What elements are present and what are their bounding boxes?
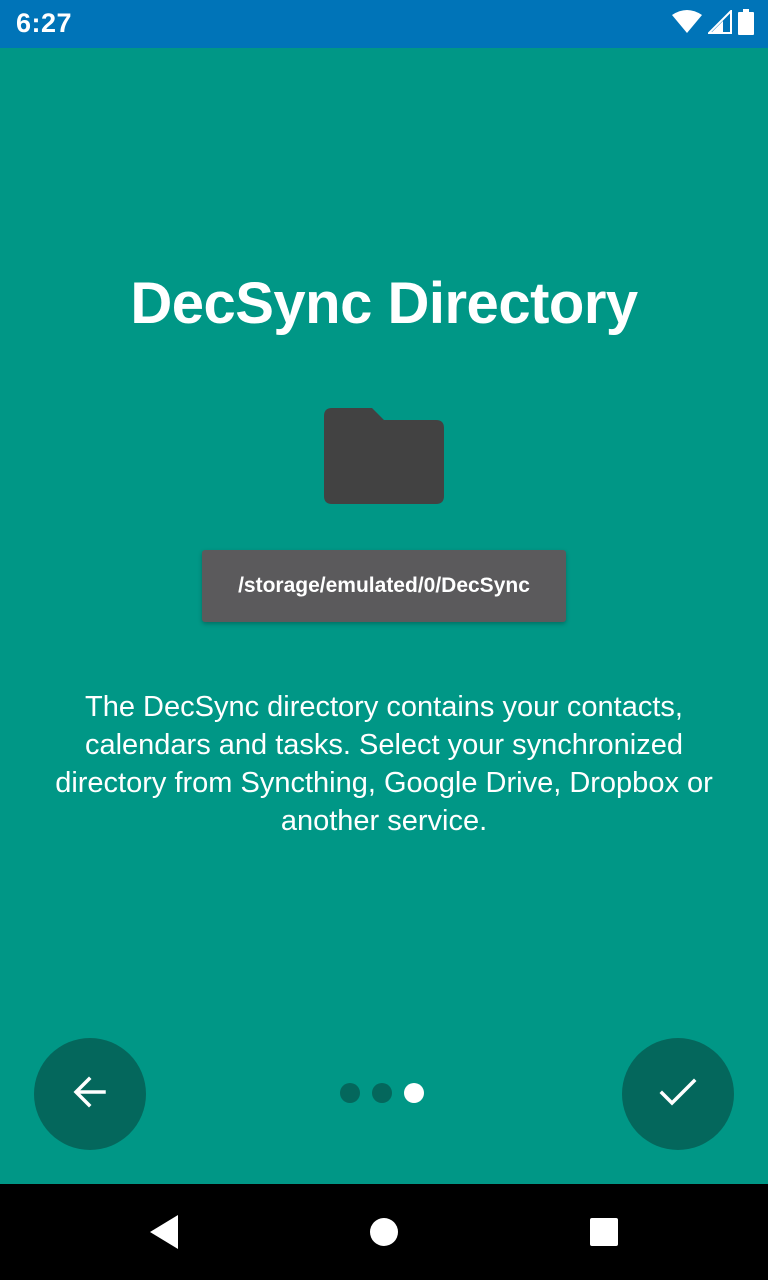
status-bar: 6:27: [0, 0, 768, 48]
select-directory-button[interactable]: /storage/emulated/0/DecSync: [202, 550, 566, 622]
system-navigation-bar: [0, 1184, 768, 1280]
folder-icon: [324, 408, 444, 504]
done-button[interactable]: [622, 1038, 734, 1150]
home-circle-icon[interactable]: [364, 1212, 404, 1252]
description-text: The DecSync directory contains your cont…: [55, 691, 713, 837]
intro-slide: DecSync Directory /storage/emulated/0/De…: [0, 48, 768, 1184]
wifi-icon: [672, 9, 702, 39]
page-title: DecSync Directory: [130, 271, 638, 336]
page-dot-2: [372, 1083, 392, 1103]
status-icons: [672, 8, 754, 40]
page-dot-3-active: [404, 1083, 424, 1103]
back-button[interactable]: [34, 1038, 146, 1150]
back-triangle-icon[interactable]: [144, 1212, 184, 1252]
page-indicator: [340, 1083, 424, 1103]
cellular-signal-icon: [706, 8, 732, 39]
status-time: 6:27: [16, 8, 73, 38]
battery-icon: [738, 8, 754, 40]
recents-square-icon[interactable]: [584, 1212, 624, 1252]
check-icon: [659, 1077, 697, 1112]
page-dot-1: [340, 1083, 360, 1103]
arrow-back-icon: [72, 1074, 108, 1115]
